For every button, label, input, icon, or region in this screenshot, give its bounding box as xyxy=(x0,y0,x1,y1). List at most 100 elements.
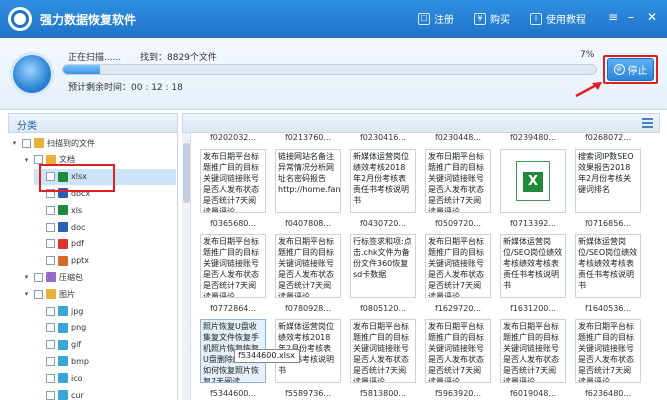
tree-checkbox[interactable] xyxy=(46,390,55,400)
minimize-icon[interactable]: – xyxy=(622,8,640,26)
tree-item-label: xls xyxy=(71,205,83,215)
tree-item-gif[interactable]: gif xyxy=(34,337,176,353)
file-thumbnail[interactable]: 链接网站名备注异常情况分析网址名密码报告http://home.fan xyxy=(275,149,341,213)
file-caption[interactable]: f0509720... xyxy=(423,219,493,228)
stop-icon: ⊘ xyxy=(613,64,625,75)
file-caption[interactable]: f1640536... xyxy=(573,304,643,313)
tree-item-pdf[interactable]: pdf xyxy=(34,236,176,252)
file-caption[interactable]: f0407808... xyxy=(273,219,343,228)
file-thumbnail[interactable]: 发布日期平台标题推广目的目标关键词链接账号是否人发布状态是否统计7天阅读量评论 xyxy=(425,149,491,213)
tree-item-cur[interactable]: cur xyxy=(34,387,176,400)
annotation-arrow-icon xyxy=(575,81,602,98)
file-caption[interactable]: f5813800... xyxy=(348,389,418,398)
tree-item-图片[interactable]: ▾ 图片 xyxy=(22,286,176,302)
search-folder-icon xyxy=(34,138,44,148)
expand-chevron-icon[interactable]: ▾ xyxy=(22,273,31,281)
tree-item-ico[interactable]: ico xyxy=(34,370,176,386)
file-caption[interactable]: f0772864... xyxy=(198,304,268,313)
file-caption[interactable]: f5963920... xyxy=(423,389,493,398)
tree-item-压缩包[interactable]: ▾ 压缩包 xyxy=(22,269,176,285)
xlsx-highlight-box xyxy=(39,164,115,192)
tree-item-pptx[interactable]: pptx xyxy=(34,253,176,269)
expand-chevron-icon[interactable]: ▾ xyxy=(22,290,31,298)
pdf-icon xyxy=(58,238,68,249)
ppt-icon xyxy=(58,255,68,266)
register-button[interactable]: ☐ 注册 xyxy=(418,11,454,26)
file-caption[interactable]: f0713392... xyxy=(498,219,568,228)
file-thumbnail[interactable]: 发布日期平台标题推广目的目标关键词链接账号是否人发布状态是否统计7天阅读量评论 xyxy=(575,319,641,383)
tree-item-label: bmp xyxy=(71,356,89,366)
file-thumbnail[interactable]: 新媒体运营岗位绩效考核2018年2月份考核表责任书考核说明书 xyxy=(350,149,416,213)
tree-item-xls[interactable]: xls xyxy=(34,202,176,218)
tree-checkbox[interactable] xyxy=(34,155,43,165)
file-thumbnail[interactable]: 发布日期平台标题推广目的目标关键词链接账号是否人发布状态是否统计7天阅读量评论 xyxy=(425,234,491,298)
file-caption[interactable]: f6019048... xyxy=(498,389,568,398)
app-logo-icon xyxy=(8,7,32,31)
file-thumbnail[interactable]: 发布日期平台标题推广目的目标关键词链接账号是否人发布状态是否统计7天阅读量评论 xyxy=(350,319,416,383)
file-caption[interactable]: f0202032... xyxy=(198,133,268,142)
file-caption[interactable]: f0230416... xyxy=(348,133,418,142)
file-thumbnail[interactable]: 发布日期平台标题推广目的目标关键词链接账号是否人发布状态是否统计7天阅读量评论 xyxy=(425,319,491,383)
tree-checkbox[interactable] xyxy=(22,138,31,148)
expand-chevron-icon[interactable]: ▾ xyxy=(22,156,31,164)
scan-progress-bar xyxy=(62,64,597,75)
tree-item-png[interactable]: png xyxy=(34,320,176,336)
tree-item-bmp[interactable]: bmp xyxy=(34,353,176,369)
cart-icon: ¥ xyxy=(474,12,486,25)
tree-checkbox[interactable] xyxy=(46,323,55,333)
file-thumbnail[interactable]: 新媒体运营岗位/SEO岗位绩效考核绩效考核表责任书考核说明书 xyxy=(500,234,566,298)
file-caption[interactable]: f5344600... xyxy=(198,389,268,398)
file-thumbnail[interactable]: 发布日期平台标题推广目的目标关键词链接账号是否人发布状态是否统计7天阅读量评论 xyxy=(275,234,341,298)
close-icon[interactable]: ✕ xyxy=(643,8,661,26)
file-caption[interactable]: f0805120... xyxy=(348,304,418,313)
tree-checkbox[interactable] xyxy=(46,306,55,316)
file-caption[interactable]: f0780928... xyxy=(273,304,343,313)
tree-item-label: ico xyxy=(71,373,83,383)
tree-checkbox[interactable] xyxy=(34,272,43,282)
image-icon xyxy=(58,306,68,316)
tree-scrollbar[interactable] xyxy=(182,133,191,400)
tree-checkbox[interactable] xyxy=(46,373,55,383)
file-caption[interactable]: f5589736... xyxy=(273,389,343,398)
file-caption[interactable]: f1629720... xyxy=(423,304,493,313)
tree-checkbox[interactable] xyxy=(46,256,55,266)
tree-checkbox[interactable] xyxy=(34,289,43,299)
excel-file-thumbnail[interactable] xyxy=(500,149,566,213)
file-thumbnail[interactable]: 发布日期平台标题推广目的目标关键词链接账号是否人发布状态是否统计7天阅读量评论 xyxy=(200,149,266,213)
tree-checkbox[interactable] xyxy=(46,205,55,215)
file-caption[interactable]: f0213760... xyxy=(273,133,343,142)
file-thumbnail[interactable]: 搜索词IP数SEO效果报告2018年2月份考核关键词排名 xyxy=(575,149,641,213)
tree-checkbox[interactable] xyxy=(46,222,55,232)
tree-item-doc[interactable]: doc xyxy=(34,219,176,235)
file-caption[interactable]: f0430720... xyxy=(348,219,418,228)
file-caption[interactable]: f0230448... xyxy=(423,133,493,142)
image-icon xyxy=(58,356,68,367)
file-caption[interactable]: f1631200... xyxy=(498,304,568,313)
file-caption[interactable]: f6236480... xyxy=(573,389,643,398)
file-caption[interactable]: f0716856... xyxy=(573,219,643,228)
expand-chevron-icon[interactable]: ▾ xyxy=(10,139,19,147)
buy-button[interactable]: ¥ 购买 xyxy=(474,11,510,26)
file-thumbnail[interactable]: 行标签求和项:点击.chk文件为备份文件360恢复sd卡数据 xyxy=(350,234,416,298)
tree-checkbox[interactable] xyxy=(46,356,55,366)
help-button[interactable]: i 使用教程 xyxy=(530,11,586,26)
found-count: 找到：8829个文件 xyxy=(140,53,217,63)
scrollbar-thumb[interactable] xyxy=(183,143,190,203)
archive-icon xyxy=(46,272,56,283)
file-caption[interactable]: f0365680... xyxy=(198,219,268,228)
file-caption[interactable]: f0268072... xyxy=(573,133,643,142)
file-thumbnail[interactable]: 新媒体运营岗位/SEO岗位绩效考核绩效考核表责任书考核说明书 xyxy=(575,234,641,298)
tree-checkbox[interactable] xyxy=(46,340,55,350)
tree-item-扫描到的文件[interactable]: ▾ 扫描到的文件 xyxy=(10,135,176,151)
view-menu-icon[interactable] xyxy=(642,118,653,128)
menu-icon[interactable]: ≡ xyxy=(604,8,622,26)
stop-button[interactable]: ⊘ 停止 xyxy=(607,58,654,81)
image-icon xyxy=(58,322,68,333)
tree-item-jpg[interactable]: jpg xyxy=(34,303,176,319)
file-caption[interactable]: f0239480... xyxy=(498,133,568,142)
file-thumbnail[interactable]: 发布日期平台标题推广目的目标关键词链接账号是否人发布状态是否统计7天阅读量评论 xyxy=(200,234,266,298)
folder-icon xyxy=(46,289,56,300)
scan-disk-icon xyxy=(10,52,54,96)
tree-checkbox[interactable] xyxy=(46,239,55,249)
file-thumbnail[interactable]: 发布日期平台标题推广目的目标关键词链接账号是否人发布状态是否统计7天阅读量评论 xyxy=(500,319,566,383)
